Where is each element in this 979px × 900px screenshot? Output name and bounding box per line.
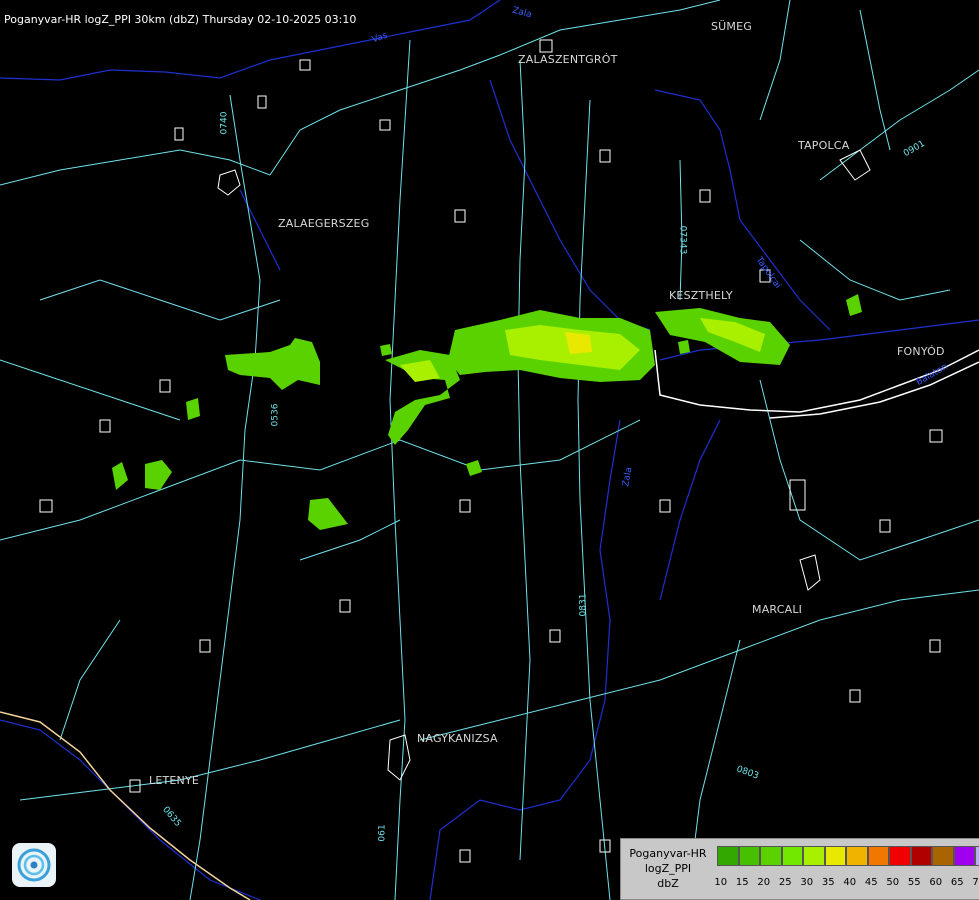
legend-text: Poganyvar-HR logZ_PPI dbZ — [624, 846, 712, 891]
legend-ticks: 10 15 20 25 30 35 40 45 50 55 60 65 70 — [710, 877, 979, 888]
legend-tick-label: 10 — [714, 877, 728, 888]
town-label-keszthely: KESZTHELY — [669, 289, 733, 302]
town-label-letenye: LETENYE — [149, 774, 200, 787]
town-label-zalaszentgrot: ZALASZENTGRÓT — [518, 53, 618, 66]
echo-spot-3 — [112, 462, 128, 490]
legend-unit: dbZ — [657, 877, 679, 890]
legend-swatch — [867, 846, 889, 866]
town-label-zalaegerszeg: ZALAEGERSZEG — [278, 217, 370, 230]
road-label-07343: 07343 — [677, 225, 688, 255]
echo-spot-1 — [308, 498, 348, 530]
town-label-nagykanizsa: NAGYKANIZSA — [417, 732, 498, 745]
echo-spot-4 — [186, 398, 200, 420]
legend-swatch — [803, 846, 825, 866]
radar-echoes — [112, 294, 862, 530]
legend-tick-label: 60 — [929, 877, 943, 888]
lake-shoreline — [654, 349, 979, 419]
town-label-sumeg: SÜMEG — [711, 20, 752, 33]
legend-tick-label: 40 — [843, 877, 857, 888]
echo-spot-7 — [678, 340, 690, 354]
weather-service-logo — [12, 843, 56, 887]
echo-spot-2 — [145, 460, 172, 490]
legend-swatch — [910, 846, 932, 866]
road-network — [0, 0, 979, 900]
river-network — [0, 0, 979, 900]
legend-swatch — [932, 846, 954, 866]
legend-tick-label: 55 — [907, 877, 921, 888]
map-title: Poganyvar-HR logZ_PPI 30km (dbZ) Thursda… — [4, 13, 357, 26]
echo-spot-6 — [846, 294, 862, 316]
legend-swatch — [717, 846, 739, 866]
town-label-fonyod: FONYÓD — [897, 345, 945, 358]
legend-swatch — [846, 846, 868, 866]
legend-swatch — [889, 846, 911, 866]
legend-swatch — [760, 846, 782, 866]
legend-swatch — [824, 846, 846, 866]
echo-zala — [225, 338, 320, 390]
legend-swatch — [781, 846, 803, 866]
legend-swatch — [975, 846, 979, 866]
legend-tick-label: 45 — [864, 877, 878, 888]
legend-tick-label: 50 — [886, 877, 900, 888]
legend-tick-label: 15 — [735, 877, 749, 888]
color-legend: Poganyvar-HR logZ_PPI dbZ 10 15 20 25 30 35 40… — [620, 838, 979, 900]
road-label-061: 061 — [377, 824, 388, 842]
legend-swatch — [738, 846, 760, 866]
legend-tick-label: 30 — [800, 877, 814, 888]
legend-tick-label: 70 — [972, 877, 979, 888]
town-label-marcali: MARCALI — [752, 603, 803, 616]
town-label-tapolca: TAPOLCA — [798, 139, 850, 152]
echo-spot-5 — [466, 460, 482, 476]
legend-product: logZ_PPI — [644, 862, 692, 875]
legend-tick-label: 35 — [821, 877, 835, 888]
legend-tick-label: 25 — [778, 877, 792, 888]
road-label-0831: 0831 — [578, 593, 589, 617]
radar-map — [0, 0, 979, 900]
legend-source: Poganyvar-HR — [629, 847, 707, 860]
legend-swatches — [717, 846, 979, 866]
echo-spot-8 — [380, 344, 392, 356]
legend-tick-label: 20 — [757, 877, 771, 888]
legend-tick-label: 65 — [950, 877, 964, 888]
road-label-0740: 0740 — [219, 111, 230, 135]
road-label-0536: 0536 — [270, 403, 281, 427]
legend-swatch — [953, 846, 975, 866]
